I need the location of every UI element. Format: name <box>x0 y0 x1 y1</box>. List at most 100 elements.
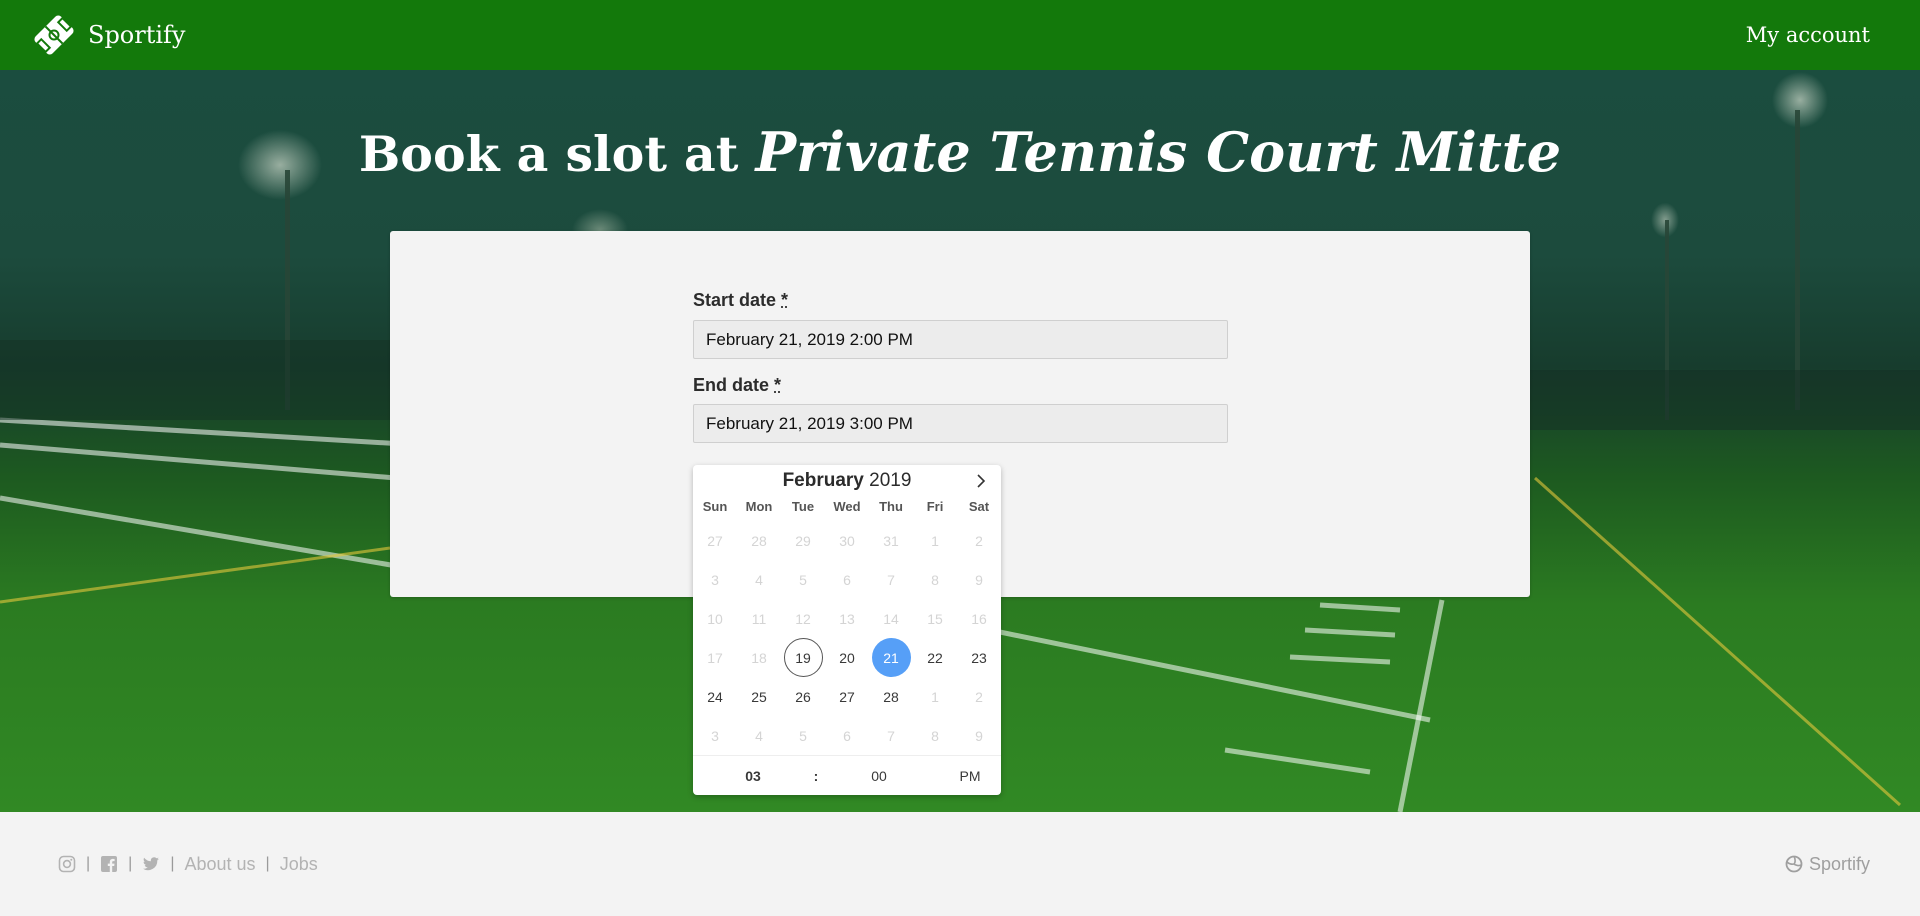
calendar-day: 2 <box>957 521 1001 560</box>
calendar-day[interactable]: 20 <box>825 638 869 677</box>
calendar-day[interactable]: 24 <box>693 677 737 716</box>
ampm-toggle[interactable]: PM <box>939 768 1001 784</box>
calendar-day: 31 <box>869 521 913 560</box>
calendar-day: 3 <box>693 560 737 599</box>
my-account-link[interactable]: My account <box>1746 23 1870 47</box>
calendar-day-number: 5 <box>799 571 807 588</box>
calendar-day-number: 12 <box>795 610 811 627</box>
calendar-day-number: 7 <box>887 727 895 744</box>
page-title: Book a slot at Private Tennis Court Mitt… <box>0 120 1920 184</box>
calendar-day[interactable]: 25 <box>737 677 781 716</box>
end-date-input[interactable]: February 21, 2019 3:00 PM <box>693 404 1228 443</box>
calendar-day: 8 <box>913 716 957 755</box>
calendar-day: 29 <box>781 521 825 560</box>
weekday-label: Mon <box>745 499 773 514</box>
calendar-day: 11 <box>737 599 781 638</box>
calendar-day-number: 6 <box>843 727 851 744</box>
weekday-label: Sun <box>702 499 728 514</box>
calendar-day-number: 1 <box>931 532 939 549</box>
calendar-day[interactable]: 26 <box>781 677 825 716</box>
start-date-label: Start date * <box>693 290 788 311</box>
weekday-label: Sat <box>968 499 990 514</box>
twitter-icon[interactable] <box>142 855 160 873</box>
instagram-icon[interactable] <box>58 855 76 873</box>
calendar-day: 28 <box>737 521 781 560</box>
calendar-day: 6 <box>825 716 869 755</box>
footer: | | | About us | Jobs Sportify <box>0 812 1920 916</box>
calendar-day-number: 13 <box>839 610 855 627</box>
calendar-day-number: 9 <box>975 571 983 588</box>
calendar-day-number: 5 <box>799 727 807 744</box>
datepicker-month-header: February 2019 <box>693 465 1001 497</box>
sportify-ball-icon <box>1785 855 1803 873</box>
calendar-day: 1 <box>913 677 957 716</box>
calendar-day-number: 4 <box>755 727 763 744</box>
calendar-day-number: 10 <box>707 610 723 627</box>
sportify-logo-icon <box>34 15 74 55</box>
calendar-day-number: 2 <box>975 532 983 549</box>
calendar-day-number: 27 <box>707 532 723 549</box>
weekday-label: Fri <box>926 499 944 514</box>
calendar-day: 10 <box>693 599 737 638</box>
calendar-day[interactable]: 23 <box>957 638 1001 677</box>
hour-input[interactable]: 03 <box>693 768 813 784</box>
end-date-label: End date * <box>693 375 781 396</box>
brand-name: Sportify <box>88 21 186 49</box>
footer-separator: | <box>265 855 270 872</box>
calendar-day-number: 9 <box>975 727 983 744</box>
start-date-input[interactable]: February 21, 2019 2:00 PM <box>693 320 1228 359</box>
calendar-day[interactable]: 21 <box>869 638 913 677</box>
chevron-right-icon[interactable] <box>971 471 991 491</box>
calendar-day[interactable]: 27 <box>825 677 869 716</box>
calendar-day-number: 23 <box>971 649 987 666</box>
calendar-day-number: 1 <box>931 688 939 705</box>
required-mark: * <box>774 375 782 395</box>
time-selector: 03 : 00 PM <box>693 755 1001 795</box>
jobs-link[interactable]: Jobs <box>280 854 318 875</box>
calendar-day-number: 28 <box>883 688 899 705</box>
calendar-day: 4 <box>737 560 781 599</box>
calendar-day-number: 8 <box>931 727 939 744</box>
calendar-day: 15 <box>913 599 957 638</box>
calendar-day-number: 19 <box>783 638 823 677</box>
calendar-day: 18 <box>737 638 781 677</box>
about-us-link[interactable]: About us <box>184 854 255 875</box>
calendar-day-number: 28 <box>751 532 767 549</box>
calendar-day: 5 <box>781 716 825 755</box>
calendar-day-number: 3 <box>711 727 719 744</box>
calendar-day-number: 24 <box>707 688 723 705</box>
calendar-day-number: 17 <box>707 649 723 666</box>
footer-separator: | <box>128 855 133 872</box>
facebook-icon[interactable] <box>100 855 118 873</box>
required-mark: * <box>781 290 789 310</box>
calendar-day: 12 <box>781 599 825 638</box>
calendar-day: 9 <box>957 560 1001 599</box>
footer-links: | | | About us | Jobs <box>58 854 318 875</box>
start-date-label-text: Start date <box>693 290 777 310</box>
calendar-day-number: 7 <box>887 571 895 588</box>
calendar-day: 2 <box>957 677 1001 716</box>
weekday-header-row: Sun Mon Tue Wed Thu Fri Sat <box>693 498 1001 516</box>
calendar-day[interactable]: 28 <box>869 677 913 716</box>
footer-brand-name: Sportify <box>1808 853 1870 874</box>
calendar-day-number: 14 <box>883 610 899 627</box>
calendar-day-number: 16 <box>971 610 987 627</box>
brand-link[interactable]: Sportify <box>28 9 186 61</box>
datepicker-year[interactable]: 2019 <box>869 470 911 491</box>
calendar-day: 8 <box>913 560 957 599</box>
calendar-day: 3 <box>693 716 737 755</box>
weekday-label: Tue <box>791 499 815 514</box>
calendar-day: 16 <box>957 599 1001 638</box>
calendar-day-number: 30 <box>839 532 855 549</box>
calendar-day-number: 21 <box>871 638 911 677</box>
datepicker-month: February <box>782 470 864 491</box>
datepicker-popup: February 2019 Sun Mon Tue Wed Thu Fri Sat 27 28… <box>693 465 1001 795</box>
calendar-day[interactable]: 19 <box>781 638 825 677</box>
calendar-day: 4 <box>737 716 781 755</box>
weekday-label: Wed <box>833 499 861 514</box>
calendar-day[interactable]: 22 <box>913 638 957 677</box>
footer-separator: | <box>170 855 175 872</box>
calendar-day: 6 <box>825 560 869 599</box>
calendar-day-number: 22 <box>927 649 943 666</box>
minute-input[interactable]: 00 <box>819 768 939 784</box>
